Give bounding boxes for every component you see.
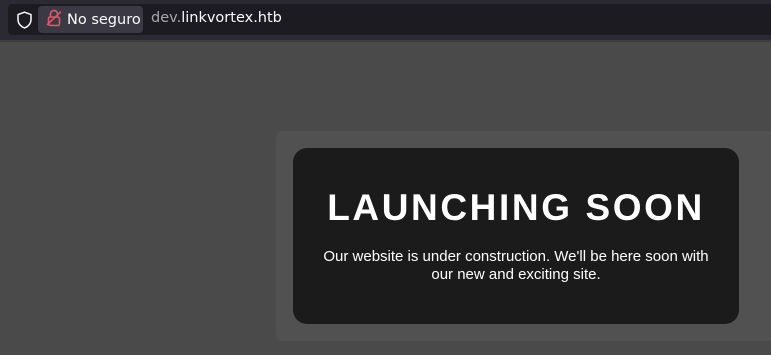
url-domain: linkvortex.htb (181, 10, 282, 26)
broken-lock-icon (46, 9, 62, 31)
site-security-button[interactable]: No seguro (38, 6, 143, 33)
security-status-label: No seguro (67, 11, 141, 28)
url-subdomain: dev. (151, 10, 182, 26)
shield-icon[interactable] (16, 11, 33, 29)
launch-card: LAUNCHING SOON Our website is under cons… (293, 148, 739, 324)
browser-toolbar: No seguro dev.linkvortex.htb (0, 0, 771, 40)
url-text[interactable]: dev.linkvortex.htb (151, 10, 282, 26)
page-title: LAUNCHING SOON (327, 187, 705, 228)
construction-message: Our website is under construction. We'll… (323, 248, 709, 283)
